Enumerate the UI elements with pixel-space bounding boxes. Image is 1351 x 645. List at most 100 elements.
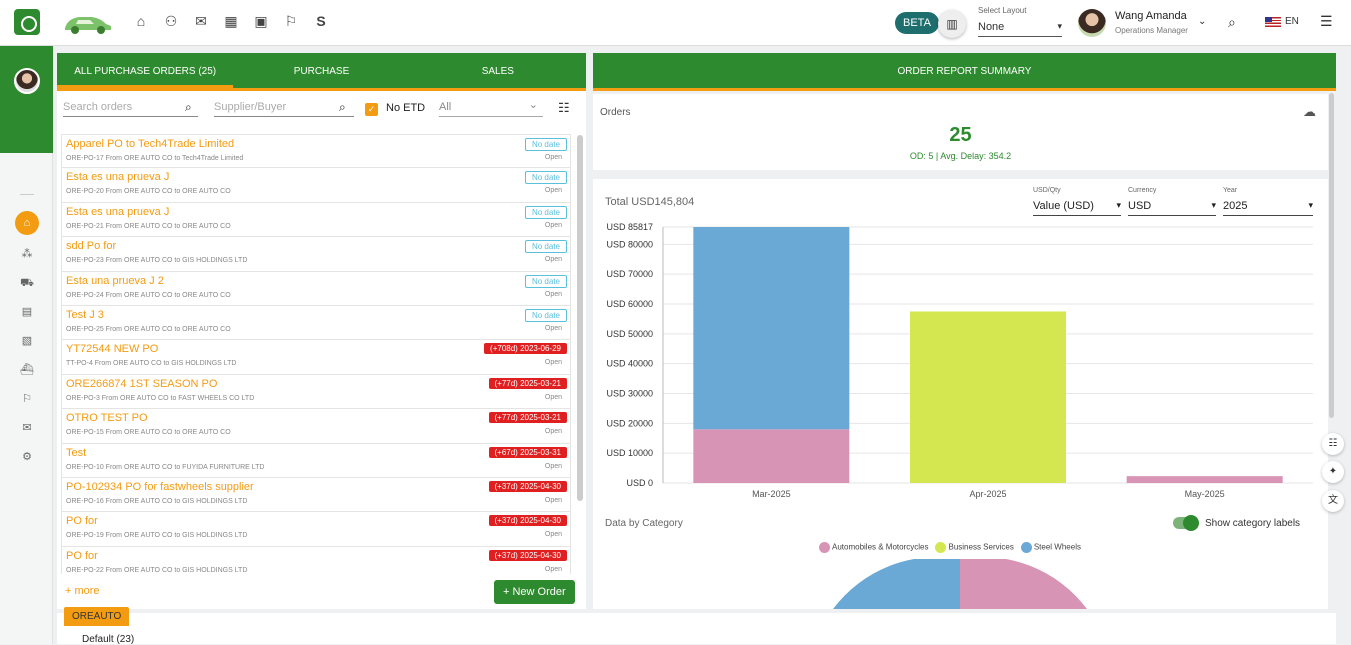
order-status: Open [544,290,562,298]
select-layout-value[interactable]: None [978,21,1062,37]
search-orders-input[interactable]: Search orders [63,101,198,117]
order-title[interactable]: PO for [66,515,98,527]
default-group-label[interactable]: Default (23) [82,634,134,645]
company-tag[interactable]: OREAUTO [64,607,130,626]
x-tick-label: Apr-2025 [969,489,1006,499]
order-title[interactable]: ORE266874 1ST SEASON PO [66,378,217,390]
menu-icon[interactable]: ☰ [1320,13,1333,30]
bar-segment[interactable] [910,311,1066,483]
document-icon[interactable]: ▤ [17,302,37,322]
order-title[interactable]: PO-102934 PO for fastwheels supplier [66,481,254,493]
order-row[interactable]: Apparel PO to Tech4Trade Limited ORE-PO-1… [61,134,571,169]
order-row[interactable]: PO for ORE-PO-19 From ORE AUTO CO to GIS … [61,512,571,547]
tab-all-purchase-orders[interactable]: ALL PURCHASE ORDERS (25) [57,53,234,88]
language-label[interactable]: EN [1285,16,1299,27]
bar-segment[interactable] [1126,476,1283,483]
bar-segment[interactable] [693,429,850,483]
user-avatar[interactable] [1078,9,1106,37]
order-title[interactable]: OTRO TEST PO [66,412,148,424]
order-row[interactable]: PO for ORE-PO-22 From ORE AUTO CO to GIS … [61,546,571,574]
car-logo[interactable] [62,10,114,36]
list-settings-icon[interactable]: ☷ [1322,433,1344,455]
cloud-download-icon[interactable]: ☁ [1303,104,1316,120]
order-status: Open [544,256,562,264]
bar-segment[interactable] [693,227,850,430]
flag-icon[interactable]: ⚐ [17,389,37,409]
y-tick-label: USD 80000 [606,239,653,249]
tab-purchase[interactable]: PURCHASE [233,53,409,88]
y-tick-label: USD 60000 [606,299,653,309]
order-title[interactable]: Esta es una prueva J [66,171,169,183]
layout-icon[interactable]: ▥ [938,10,966,38]
mail-icon[interactable]: ✉ [17,418,37,438]
new-order-button[interactable]: + New Order [494,580,575,604]
brand-icon[interactable] [14,9,40,35]
order-title[interactable]: Apparel PO to Tech4Trade Limited [66,138,234,150]
sidebar-nav: ⌂ ⁂ ⛟ ▤ ▧ ⛴ ⚐ ✉ ⚙ [13,211,41,467]
supplier-buyer-input[interactable]: Supplier/Buyer [214,101,354,117]
order-title[interactable]: Esta es una prueva J [66,206,169,218]
y-tick-label: USD 10000 [606,448,653,458]
ship-icon[interactable]: ⛴ [17,360,37,380]
order-row[interactable]: sdd Po for ORE-PO-23 From ORE AUTO CO to … [61,237,571,272]
us-flag-icon[interactable] [1265,17,1281,27]
search-icon[interactable]: ⌕ [1228,14,1236,31]
order-row[interactable]: ORE266874 1ST SEASON PO ORE-PO-3 From ORE… [61,374,571,410]
tab-sales[interactable]: SALES [410,53,586,88]
contact-icon[interactable]: ▣ [252,13,270,30]
network-icon[interactable]: ⁂ [17,244,37,264]
cart-icon[interactable]: ⛟ [17,273,37,293]
order-title[interactable]: PO for [66,550,98,562]
home-icon[interactable]: ⌂ [132,13,150,30]
show-category-labels-toggle[interactable] [1173,515,1199,531]
sidebar-divider [20,194,34,195]
order-title[interactable]: Esta una prueva J 2 [66,275,164,287]
translate-icon[interactable]: 文 [1322,490,1344,512]
search-icon[interactable]: ⌕ [185,100,192,115]
order-row[interactable]: PO-102934 PO for fastwheels supplier ORE-… [61,477,571,513]
order-row[interactable]: YT72544 NEW PO TT-PO-4 From ORE AUTO CO t… [61,340,571,375]
top-nav-icons: ⌂ ⚇ ✉ ▦ ▣ ⚐ S [132,13,330,30]
chevron-down-icon[interactable]: ⌄ [1198,16,1206,27]
order-date-badge: No date [524,240,567,254]
status-filter-select[interactable]: All [439,98,543,117]
order-title[interactable]: Test J 3 [66,309,104,321]
order-row[interactable]: Test J 3 ORE-PO-25 From ORE AUTO CO to OR… [61,305,571,341]
building-icon[interactable]: ▦ [222,13,240,30]
mail-icon[interactable]: ✉ [192,13,210,30]
no-etd-checkbox[interactable]: ✓ [365,103,378,116]
s-letter-button[interactable]: S [312,13,330,30]
legend-item[interactable]: Steel Wheels [1020,542,1081,553]
home-icon[interactable]: ⌂ [15,211,39,235]
select-layout-label: Select Layout [978,6,1027,15]
order-title[interactable]: sdd Po for [66,240,116,252]
y-tick-label: USD 30000 [606,389,653,399]
select-layout-dropdown[interactable]: Select Layout None [978,6,1062,37]
list-view-icon[interactable]: ☷ [558,100,570,116]
settings-icon[interactable]: ⚙ [17,447,37,467]
order-row[interactable]: OTRO TEST PO ORE-PO-15 From ORE AUTO CO t… [61,409,571,444]
search-icon[interactable]: ⌕ [339,100,346,115]
flag-icon[interactable]: ⚐ [282,13,300,30]
users-icon[interactable]: ⚇ [162,13,180,30]
order-title[interactable]: Test [66,447,86,459]
order-date-badge: (+708d) 2023-06-29 [484,343,567,355]
beta-badge[interactable]: BETA [895,12,939,34]
orders-scrollbar[interactable] [577,135,583,501]
order-title[interactable]: YT72544 NEW PO [66,343,158,355]
order-row[interactable]: Test ORE-PO-10 From ORE AUTO CO to FUYIDA… [61,443,571,478]
legend-item[interactable]: Automobiles & Motorcycles [819,542,928,553]
legend-item[interactable]: Business Services [935,542,1014,553]
more-link[interactable]: + more [65,585,100,597]
order-row[interactable]: Esta una prueva J 2 ORE-PO-24 From ORE AU… [61,271,571,306]
order-row[interactable]: Esta es una prueva J ORE-PO-20 From ORE A… [61,168,571,203]
clipboard-icon[interactable]: ▧ [17,331,37,351]
sidebar-avatar[interactable] [14,68,40,94]
y-tick-label: USD 20000 [606,418,653,428]
top-bar: ⌂ ⚇ ✉ ▦ ▣ ⚐ S BETA ▥ Select Layout None … [0,0,1351,46]
user-name[interactable]: Wang Amanda [1115,10,1187,22]
orders-label: Orders [600,107,631,118]
order-row[interactable]: Esta es una prueva J ORE-PO-21 From ORE A… [61,202,571,238]
sparkle-icon[interactable]: ✦ [1322,461,1344,483]
right-scrollbar[interactable] [1329,93,1334,418]
